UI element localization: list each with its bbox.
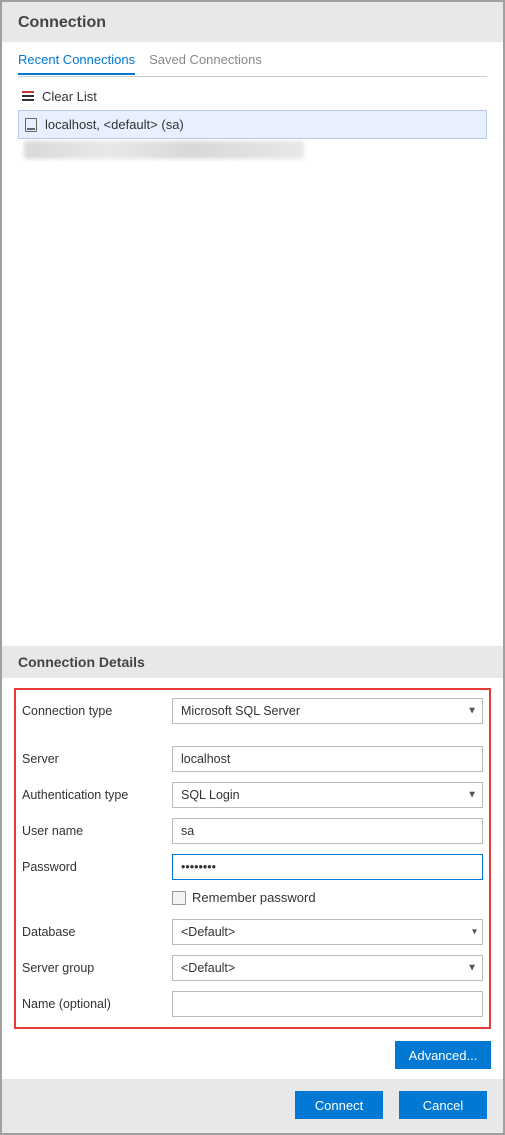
name-optional-input[interactable]	[172, 991, 483, 1017]
connection-type-label: Connection type	[22, 704, 172, 718]
dialog-header: Connection	[2, 2, 503, 42]
auth-type-label: Authentication type	[22, 788, 172, 802]
details-body: Connection type ▼ Server Authentication …	[2, 678, 503, 1035]
server-input[interactable]	[172, 746, 483, 772]
server-label: Server	[22, 752, 172, 766]
connect-button[interactable]: Connect	[295, 1091, 383, 1119]
dialog-title: Connection	[18, 14, 487, 32]
connection-list-item-redacted	[24, 141, 304, 159]
remember-password-label: Remember password	[192, 890, 316, 905]
details-highlight-box: Connection type ▼ Server Authentication …	[14, 688, 491, 1029]
clear-list-button[interactable]: Clear List	[18, 83, 487, 110]
password-input[interactable]	[172, 854, 483, 880]
connection-list-item[interactable]: localhost, <default> (sa)	[18, 110, 487, 139]
database-select[interactable]	[172, 919, 483, 945]
advanced-row: Advanced...	[2, 1035, 503, 1079]
connection-type-select[interactable]	[172, 698, 483, 724]
server-icon	[25, 118, 37, 132]
connection-list-item-label: localhost, <default> (sa)	[45, 117, 184, 132]
dialog-footer: Connect Cancel	[2, 1079, 503, 1133]
database-label: Database	[22, 925, 172, 939]
tab-bar: Recent Connections Saved Connections	[2, 42, 503, 76]
tab-saved-connections[interactable]: Saved Connections	[149, 52, 262, 75]
details-heading: Connection Details	[2, 646, 503, 678]
server-group-select[interactable]	[172, 955, 483, 981]
remember-password-checkbox[interactable]	[172, 891, 186, 905]
cancel-button[interactable]: Cancel	[399, 1091, 487, 1119]
username-input[interactable]	[172, 818, 483, 844]
recent-connections-list: Clear List localhost, <default> (sa)	[2, 77, 503, 646]
clear-list-icon	[22, 91, 36, 103]
password-label: Password	[22, 860, 172, 874]
clear-list-label: Clear List	[42, 89, 97, 104]
server-group-label: Server group	[22, 961, 172, 975]
username-label: User name	[22, 824, 172, 838]
auth-type-select[interactable]	[172, 782, 483, 808]
advanced-button[interactable]: Advanced...	[395, 1041, 491, 1069]
name-optional-label: Name (optional)	[22, 997, 172, 1011]
tab-recent-connections[interactable]: Recent Connections	[18, 52, 135, 75]
